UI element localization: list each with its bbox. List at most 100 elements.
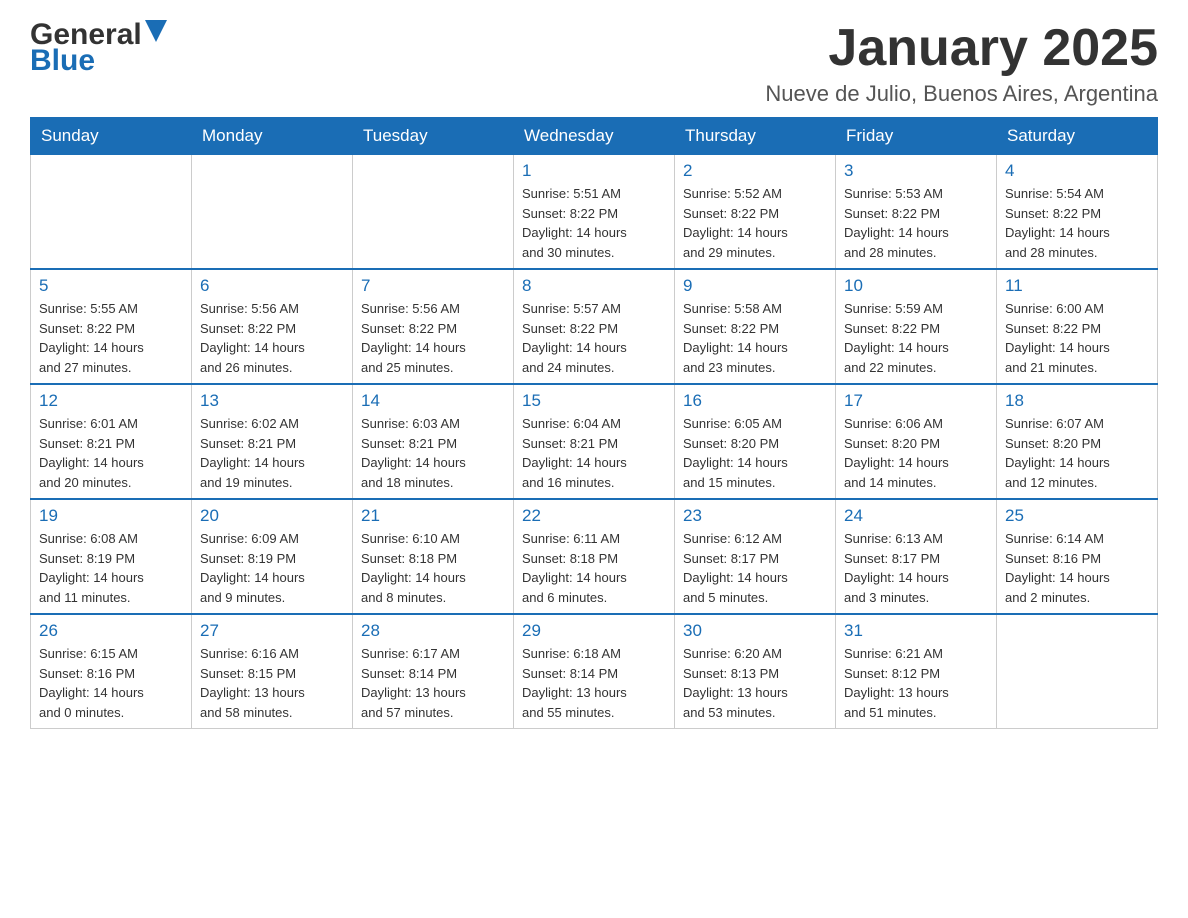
- calendar-cell: 19Sunrise: 6:08 AMSunset: 8:19 PMDayligh…: [31, 499, 192, 614]
- day-number: 9: [683, 276, 827, 296]
- day-number: 25: [1005, 506, 1149, 526]
- day-number: 1: [522, 161, 666, 181]
- calendar-cell: 8 Sunrise: 5:57 AMSunset: 8:22 PMDaylight…: [514, 269, 675, 384]
- day-number: 28: [361, 621, 505, 641]
- day-number: 20: [200, 506, 344, 526]
- day-number: 11: [1005, 276, 1149, 296]
- calendar-cell: 4Sunrise: 5:54 AMSunset: 8:22 PMDaylight…: [997, 155, 1158, 270]
- day-info: Sunrise: 5:51 AMSunset: 8:22 PMDaylight:…: [522, 184, 666, 262]
- day-info: Sunrise: 6:08 AMSunset: 8:19 PMDaylight:…: [39, 529, 183, 607]
- day-number: 14: [361, 391, 505, 411]
- calendar-cell: 22Sunrise: 6:11 AMSunset: 8:18 PMDayligh…: [514, 499, 675, 614]
- day-info: Sunrise: 5:56 AMSunset: 8:22 PMDaylight:…: [200, 299, 344, 377]
- calendar-cell: [31, 155, 192, 270]
- day-number: 29: [522, 621, 666, 641]
- day-info: Sunrise: 6:10 AMSunset: 8:18 PMDaylight:…: [361, 529, 505, 607]
- day-number: 22: [522, 506, 666, 526]
- day-info: Sunrise: 6:02 AMSunset: 8:21 PMDaylight:…: [200, 414, 344, 492]
- calendar-week-row: 1 Sunrise: 5:51 AMSunset: 8:22 PMDaylight…: [31, 155, 1158, 270]
- calendar-cell: [353, 155, 514, 270]
- col-wednesday: Wednesday: [514, 118, 675, 155]
- day-info: Sunrise: 6:18 AMSunset: 8:14 PMDaylight:…: [522, 644, 666, 722]
- col-monday: Monday: [192, 118, 353, 155]
- day-number: 26: [39, 621, 183, 641]
- calendar-header-row: Sunday Monday Tuesday Wednesday Thursday…: [31, 118, 1158, 155]
- day-info: Sunrise: 5:57 AMSunset: 8:22 PMDaylight:…: [522, 299, 666, 377]
- day-info: Sunrise: 6:04 AMSunset: 8:21 PMDaylight:…: [522, 414, 666, 492]
- day-number: 23: [683, 506, 827, 526]
- day-info: Sunrise: 6:06 AMSunset: 8:20 PMDaylight:…: [844, 414, 988, 492]
- calendar-cell: 24 Sunrise: 6:13 AMSunset: 8:17 PMDayligh…: [836, 499, 997, 614]
- logo: General Blue: [30, 20, 167, 76]
- day-info: Sunrise: 6:13 AMSunset: 8:17 PMDaylight:…: [844, 529, 988, 607]
- day-number: 30: [683, 621, 827, 641]
- calendar-cell: 11 Sunrise: 6:00 AMSunset: 8:22 PMDayligh…: [997, 269, 1158, 384]
- day-info: Sunrise: 6:12 AMSunset: 8:17 PMDaylight:…: [683, 529, 827, 607]
- col-sunday: Sunday: [31, 118, 192, 155]
- day-number: 24: [844, 506, 988, 526]
- calendar-cell: 16 Sunrise: 6:05 AMSunset: 8:20 PMDayligh…: [675, 384, 836, 499]
- day-info: Sunrise: 6:00 AMSunset: 8:22 PMDaylight:…: [1005, 299, 1149, 377]
- day-info: Sunrise: 6:05 AMSunset: 8:20 PMDaylight:…: [683, 414, 827, 492]
- calendar-cell: 29 Sunrise: 6:18 AMSunset: 8:14 PMDayligh…: [514, 614, 675, 729]
- calendar-cell: 13 Sunrise: 6:02 AMSunset: 8:21 PMDayligh…: [192, 384, 353, 499]
- day-number: 8: [522, 276, 666, 296]
- day-info: Sunrise: 6:15 AMSunset: 8:16 PMDaylight:…: [39, 644, 183, 722]
- day-number: 7: [361, 276, 505, 296]
- calendar-cell: 5Sunrise: 5:55 AMSunset: 8:22 PMDaylight…: [31, 269, 192, 384]
- calendar-cell: 3Sunrise: 5:53 AMSunset: 8:22 PMDaylight…: [836, 155, 997, 270]
- page-header: General Blue January 2025 Nueve de Julio…: [30, 20, 1158, 107]
- calendar-cell: 20 Sunrise: 6:09 AMSunset: 8:19 PMDayligh…: [192, 499, 353, 614]
- calendar-cell: 18Sunrise: 6:07 AMSunset: 8:20 PMDayligh…: [997, 384, 1158, 499]
- calendar-week-row: 19Sunrise: 6:08 AMSunset: 8:19 PMDayligh…: [31, 499, 1158, 614]
- calendar-cell: [192, 155, 353, 270]
- day-info: Sunrise: 6:17 AMSunset: 8:14 PMDaylight:…: [361, 644, 505, 722]
- col-thursday: Thursday: [675, 118, 836, 155]
- calendar-table: Sunday Monday Tuesday Wednesday Thursday…: [30, 117, 1158, 729]
- day-info: Sunrise: 6:14 AMSunset: 8:16 PMDaylight:…: [1005, 529, 1149, 607]
- calendar-cell: 12Sunrise: 6:01 AMSunset: 8:21 PMDayligh…: [31, 384, 192, 499]
- day-number: 5: [39, 276, 183, 296]
- calendar-cell: 6 Sunrise: 5:56 AMSunset: 8:22 PMDaylight…: [192, 269, 353, 384]
- day-info: Sunrise: 6:21 AMSunset: 8:12 PMDaylight:…: [844, 644, 988, 722]
- calendar-week-row: 26 Sunrise: 6:15 AMSunset: 8:16 PMDayligh…: [31, 614, 1158, 729]
- day-info: Sunrise: 5:54 AMSunset: 8:22 PMDaylight:…: [1005, 184, 1149, 262]
- day-number: 12: [39, 391, 183, 411]
- calendar-cell: 25 Sunrise: 6:14 AMSunset: 8:16 PMDayligh…: [997, 499, 1158, 614]
- title-area: January 2025 Nueve de Julio, Buenos Aire…: [765, 20, 1158, 107]
- calendar-cell: 28 Sunrise: 6:17 AMSunset: 8:14 PMDayligh…: [353, 614, 514, 729]
- day-info: Sunrise: 5:59 AMSunset: 8:22 PMDaylight:…: [844, 299, 988, 377]
- calendar-cell: 26 Sunrise: 6:15 AMSunset: 8:16 PMDayligh…: [31, 614, 192, 729]
- day-info: Sunrise: 6:20 AMSunset: 8:13 PMDaylight:…: [683, 644, 827, 722]
- day-info: Sunrise: 6:16 AMSunset: 8:15 PMDaylight:…: [200, 644, 344, 722]
- day-number: 13: [200, 391, 344, 411]
- logo-blue-text: Blue: [30, 46, 167, 76]
- calendar-cell: 23 Sunrise: 6:12 AMSunset: 8:17 PMDayligh…: [675, 499, 836, 614]
- calendar-cell: 2Sunrise: 5:52 AMSunset: 8:22 PMDaylight…: [675, 155, 836, 270]
- col-tuesday: Tuesday: [353, 118, 514, 155]
- calendar-cell: 9 Sunrise: 5:58 AMSunset: 8:22 PMDaylight…: [675, 269, 836, 384]
- calendar-week-row: 5Sunrise: 5:55 AMSunset: 8:22 PMDaylight…: [31, 269, 1158, 384]
- calendar-cell: 14 Sunrise: 6:03 AMSunset: 8:21 PMDayligh…: [353, 384, 514, 499]
- day-number: 6: [200, 276, 344, 296]
- calendar-week-row: 12Sunrise: 6:01 AMSunset: 8:21 PMDayligh…: [31, 384, 1158, 499]
- calendar-cell: 15 Sunrise: 6:04 AMSunset: 8:21 PMDayligh…: [514, 384, 675, 499]
- day-number: 15: [522, 391, 666, 411]
- day-info: Sunrise: 5:52 AMSunset: 8:22 PMDaylight:…: [683, 184, 827, 262]
- month-title: January 2025: [765, 20, 1158, 77]
- col-saturday: Saturday: [997, 118, 1158, 155]
- calendar-cell: 30 Sunrise: 6:20 AMSunset: 8:13 PMDayligh…: [675, 614, 836, 729]
- day-number: 16: [683, 391, 827, 411]
- day-number: 10: [844, 276, 988, 296]
- day-number: 17: [844, 391, 988, 411]
- day-info: Sunrise: 6:03 AMSunset: 8:21 PMDaylight:…: [361, 414, 505, 492]
- day-info: Sunrise: 6:09 AMSunset: 8:19 PMDaylight:…: [200, 529, 344, 607]
- calendar-cell: 31Sunrise: 6:21 AMSunset: 8:12 PMDayligh…: [836, 614, 997, 729]
- day-info: Sunrise: 5:58 AMSunset: 8:22 PMDaylight:…: [683, 299, 827, 377]
- day-number: 21: [361, 506, 505, 526]
- day-number: 3: [844, 161, 988, 181]
- day-number: 27: [200, 621, 344, 641]
- calendar-cell: 7Sunrise: 5:56 AMSunset: 8:22 PMDaylight…: [353, 269, 514, 384]
- calendar-cell: 17 Sunrise: 6:06 AMSunset: 8:20 PMDayligh…: [836, 384, 997, 499]
- calendar-cell: [997, 614, 1158, 729]
